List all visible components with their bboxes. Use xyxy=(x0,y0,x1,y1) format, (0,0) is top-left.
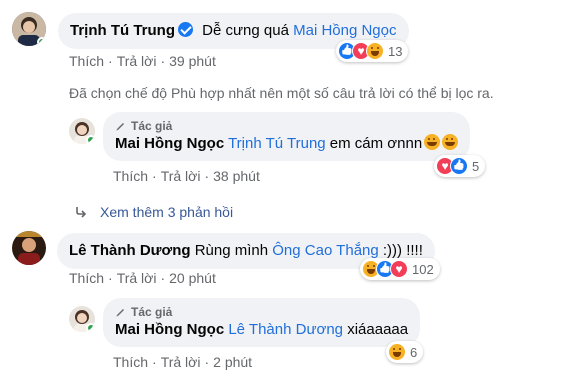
haha-reaction-icon xyxy=(388,343,406,361)
timestamp[interactable]: 39 phút xyxy=(169,53,216,69)
comment-actions: Thích · Trả lời · 38 phút xyxy=(113,168,260,184)
reaction-count: 6 xyxy=(410,344,418,360)
verified-badge-icon xyxy=(178,22,193,37)
reply-bubble: Tác giả Mai Hồng Ngọc Trịnh Tú Trung em … xyxy=(103,112,471,161)
like-link[interactable]: Thích xyxy=(113,168,148,184)
comment-actions: Thích · Trả lời · 39 phút xyxy=(69,53,216,69)
reaction-count: 5 xyxy=(472,158,480,174)
reply-link[interactable]: Trả lời xyxy=(117,53,157,69)
comment-actions: Thích · Trả lời · 2 phút xyxy=(113,354,253,370)
mention-link[interactable]: Ông Cao Thắng xyxy=(272,242,378,259)
mention-link[interactable]: Lê Thành Dương xyxy=(228,321,343,338)
commenter-name[interactable]: Mai Hồng Ngọc xyxy=(115,135,224,152)
comment-text: Dễ cưng quá xyxy=(202,22,289,39)
online-indicator xyxy=(86,135,95,144)
reaction-count: 102 xyxy=(412,261,434,277)
online-indicator xyxy=(86,323,95,332)
comment-text: Rùng mình xyxy=(194,242,269,259)
see-more-label[interactable]: Xem thêm 3 phản hồi xyxy=(100,204,233,220)
mention-link[interactable]: Mai Hồng Ngọc xyxy=(293,22,396,39)
laughing-emoji-icon xyxy=(424,134,441,150)
comment-actions: Thích · Trả lời · 20 phút xyxy=(69,270,216,286)
love-reaction-icon xyxy=(390,260,408,278)
author-tag: Tác giả xyxy=(115,304,408,320)
author-tag: Tác giả xyxy=(115,118,458,134)
avatar-mai-hong-ngoc[interactable] xyxy=(69,118,95,144)
online-indicator xyxy=(37,37,46,46)
reply-arrow-icon xyxy=(76,207,87,218)
commenter-name[interactable]: Trịnh Tú Trung xyxy=(70,22,175,39)
commenter-name[interactable]: Lê Thành Dương xyxy=(69,242,191,259)
author-tag-label: Tác giả xyxy=(131,119,173,133)
reaction-summary[interactable]: 6 xyxy=(386,341,424,363)
comment-text: em cám ơnnn xyxy=(329,135,423,152)
author-tag-label: Tác giả xyxy=(131,305,173,319)
laughing-emoji-icon xyxy=(442,134,459,150)
reaction-summary[interactable]: 5 xyxy=(434,155,486,177)
timestamp[interactable]: 20 phút xyxy=(169,270,216,286)
comment-text: xiáaaaaa xyxy=(347,321,409,338)
like-link[interactable]: Thích xyxy=(69,270,104,286)
like-link[interactable]: Thích xyxy=(69,53,104,69)
avatar-le-thanh-duong[interactable] xyxy=(12,231,46,265)
reply-bubble: Tác giả Mai Hồng Ngọc Lê Thành Dương xiá… xyxy=(103,298,421,347)
reaction-summary[interactable]: 13 xyxy=(336,40,409,62)
filter-note: Đã chọn chế độ Phù hợp nhất nên một số c… xyxy=(69,85,494,101)
avatar-photo xyxy=(12,231,46,265)
timestamp[interactable]: 38 phút xyxy=(213,168,260,184)
pencil-icon xyxy=(116,123,124,131)
see-more-replies-link[interactable]: Xem thêm 3 phản hồi xyxy=(74,204,233,220)
reaction-summary[interactable]: 102 xyxy=(360,258,440,280)
like-reaction-icon xyxy=(450,157,468,175)
pencil-icon xyxy=(116,309,124,317)
like-link[interactable]: Thích xyxy=(113,354,148,370)
haha-reaction-icon xyxy=(366,42,384,60)
timestamp[interactable]: 2 phút xyxy=(213,354,252,370)
avatar-trinh-tu-trung[interactable] xyxy=(12,12,46,46)
reaction-count: 13 xyxy=(388,43,403,59)
comment-text-after: :))) !!!! xyxy=(382,242,423,259)
avatar-mai-hong-ngoc[interactable] xyxy=(69,306,95,332)
commenter-name[interactable]: Mai Hồng Ngọc xyxy=(115,321,224,338)
reply-link[interactable]: Trả lời xyxy=(117,270,157,286)
mention-link[interactable]: Trịnh Tú Trung xyxy=(228,135,326,152)
reply-link[interactable]: Trả lời xyxy=(161,168,201,184)
reply-link[interactable]: Trả lời xyxy=(161,354,201,370)
